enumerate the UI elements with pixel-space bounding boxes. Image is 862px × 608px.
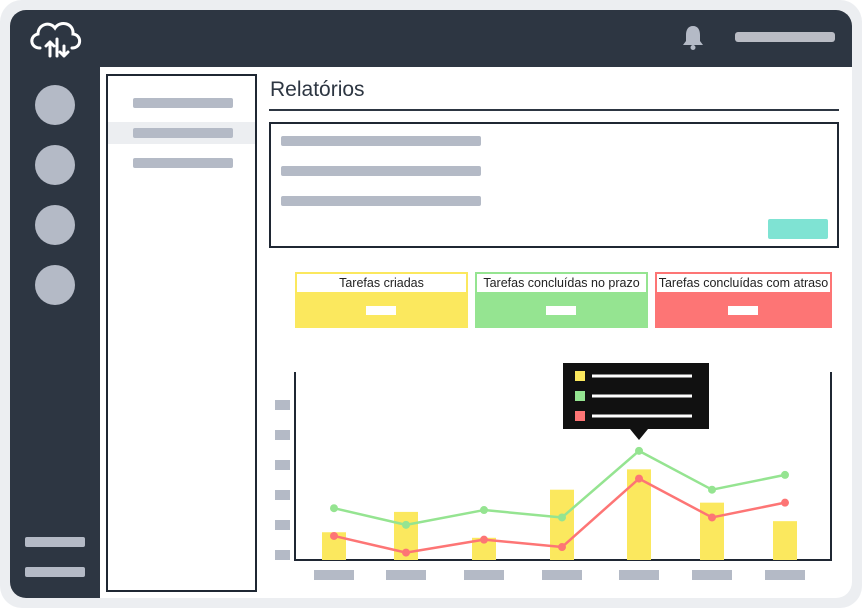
chart-point bbox=[708, 485, 716, 494]
submenu-item-active[interactable] bbox=[108, 122, 255, 144]
submenu-panel bbox=[106, 74, 257, 592]
nav-footer-link-2[interactable] bbox=[25, 567, 85, 577]
user-menu[interactable] bbox=[735, 32, 835, 42]
chart-bar bbox=[773, 521, 797, 560]
card-value bbox=[546, 306, 576, 315]
card-value bbox=[728, 306, 758, 315]
chart-point bbox=[402, 548, 410, 557]
submenu-item[interactable] bbox=[108, 92, 255, 114]
page-title: Relatórios bbox=[270, 78, 365, 101]
filter-field[interactable] bbox=[281, 136, 481, 146]
filter-panel bbox=[269, 122, 839, 248]
nav-item-3[interactable] bbox=[35, 205, 75, 245]
card-label: Tarefas concluídas no prazo bbox=[477, 274, 646, 292]
apply-filter-button[interactable] bbox=[768, 219, 828, 239]
top-bar bbox=[10, 10, 852, 67]
cloud-logo-icon[interactable] bbox=[26, 16, 86, 60]
nav-footer-link-1[interactable] bbox=[25, 537, 85, 547]
submenu-item[interactable] bbox=[108, 152, 255, 174]
card-label: Tarefas concluídas com atraso bbox=[657, 274, 830, 292]
chart-point bbox=[558, 543, 566, 552]
chart-bar bbox=[627, 469, 651, 560]
nav-item-1[interactable] bbox=[35, 85, 75, 125]
app-window: Relatórios Tarefas criadas Tarefas concl… bbox=[10, 10, 852, 598]
title-divider bbox=[269, 109, 839, 111]
chart-point bbox=[480, 535, 488, 544]
chart-point bbox=[781, 498, 789, 507]
card-label: Tarefas criadas bbox=[297, 274, 466, 292]
card-tasks-on-time: Tarefas concluídas no prazo bbox=[475, 272, 648, 328]
chart-bar bbox=[700, 502, 724, 560]
chart-point bbox=[402, 520, 410, 529]
chart-point bbox=[635, 474, 643, 483]
chart-point bbox=[330, 531, 338, 540]
nav-item-4[interactable] bbox=[35, 265, 75, 305]
chart-point bbox=[708, 513, 716, 522]
filter-field[interactable] bbox=[281, 196, 481, 206]
bell-icon[interactable] bbox=[681, 24, 705, 50]
filter-field[interactable] bbox=[281, 166, 481, 176]
chart-point bbox=[480, 506, 488, 515]
card-tasks-late: Tarefas concluídas com atraso bbox=[655, 272, 832, 328]
left-nav bbox=[10, 67, 100, 598]
card-tasks-created: Tarefas criadas bbox=[295, 272, 468, 328]
chart-point bbox=[558, 513, 566, 522]
app-frame: Relatórios Tarefas criadas Tarefas concl… bbox=[0, 0, 862, 608]
card-value bbox=[366, 306, 396, 315]
chart-point bbox=[781, 470, 789, 479]
chart-point bbox=[635, 446, 643, 455]
nav-item-2[interactable] bbox=[35, 145, 75, 185]
chart-point bbox=[330, 504, 338, 513]
